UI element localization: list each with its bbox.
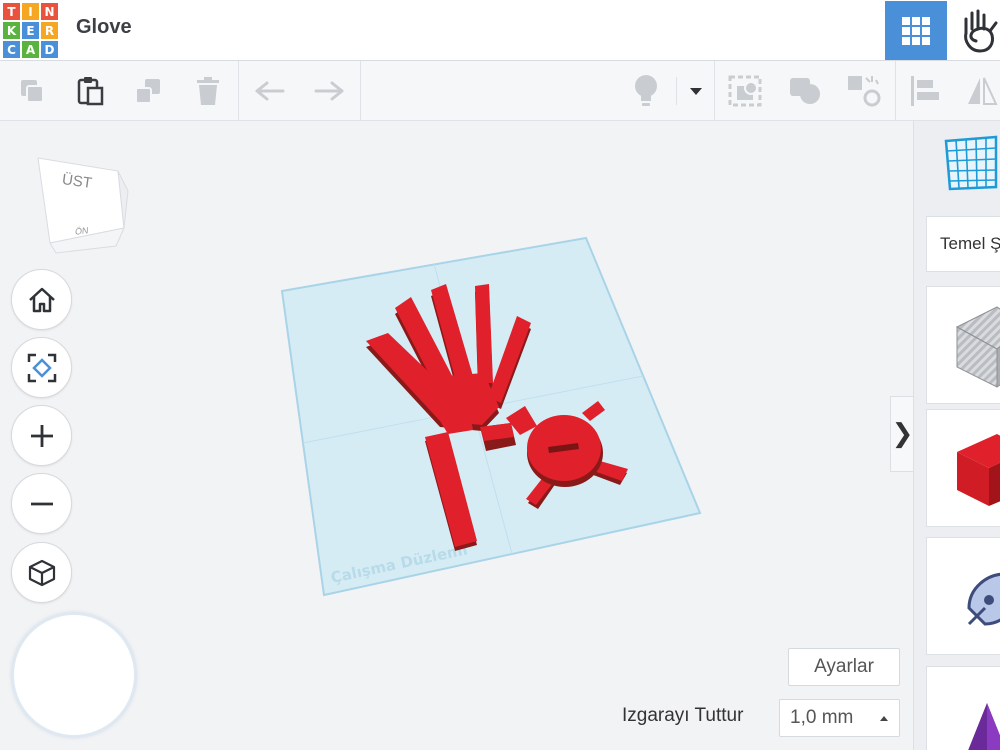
view-cube-graphic (37, 157, 129, 254)
shape-card-box[interactable]: ♡ (926, 409, 1000, 527)
redo-button[interactable] (309, 71, 349, 111)
hand-tool-button[interactable] (950, 1, 1000, 60)
undo-icon (255, 81, 285, 101)
tinkercad-app: T I N K E R C A D Glove Çalışma Düzlemi … (0, 0, 1000, 750)
view-cube[interactable]: ÜST ÖN (30, 151, 140, 261)
edit-toolbar (0, 61, 1000, 121)
paste-icon (77, 77, 104, 106)
grid-icon (902, 16, 930, 45)
delete-button[interactable] (188, 71, 228, 111)
duplicate-icon (135, 79, 160, 104)
show-all-button[interactable] (626, 71, 666, 111)
grid-view-button[interactable] (885, 1, 947, 60)
undo-button[interactable] (250, 71, 290, 111)
red-box-icon: ♡ (957, 434, 1000, 506)
logo-letter: I (22, 3, 39, 20)
scribble-pen-icon: ♡ (967, 572, 1000, 626)
dropdown-arrow-icon (690, 88, 702, 95)
fit-view-button[interactable] (11, 337, 72, 398)
copy-icon (21, 80, 44, 103)
lightbulb-icon (635, 75, 657, 106)
delete-icon (197, 77, 219, 105)
shape-card-box-hole[interactable]: ♡ (926, 286, 1000, 404)
logo-letter: D (41, 41, 58, 58)
logo-letter: C (3, 41, 20, 58)
view-cube-front-label[interactable]: ÖN (75, 225, 89, 237)
snap-grid-label: Izgarayı Tuttur (622, 705, 744, 726)
shape-library-select[interactable]: Temel Şekiller (926, 216, 1000, 272)
striped-box-icon: ♡ (955, 306, 1000, 388)
perspective-button[interactable] (11, 542, 72, 603)
toolbar-separator (714, 61, 715, 121)
cube-icon (28, 559, 55, 586)
toolbar-separator (238, 61, 239, 121)
snap-grid-select[interactable]: 1,0 mm (779, 699, 900, 737)
home-icon (28, 287, 55, 312)
paste-button[interactable] (70, 71, 110, 111)
zoom-out-button[interactable] (11, 473, 72, 534)
ungroup-icon (848, 76, 881, 107)
grid-plane-icon (944, 135, 998, 191)
tinkercad-logo[interactable]: T I N K E R C A D (2, 2, 58, 58)
hand-icon (964, 9, 998, 52)
purple-cone-icon: ♡ (968, 703, 1000, 750)
caret-up-icon (880, 716, 888, 721)
shapes-panel: Temel Şekiller ♡ ♡ ♡ (913, 121, 1000, 750)
fit-view-icon (27, 353, 56, 382)
zoom-in-button[interactable] (11, 405, 72, 466)
duplicate-button[interactable] (128, 71, 168, 111)
workplane-icon (728, 75, 762, 107)
title-bar: T I N K E R C A D Glove (0, 0, 1000, 61)
mirror-button[interactable] (962, 71, 1000, 111)
logo-letter: T (3, 3, 20, 20)
logo-letter: A (22, 41, 39, 58)
group-icon (790, 78, 820, 104)
3d-workspace[interactable]: Çalışma Düzlemi ÜST ÖN Ayarlar Izgarayı … (0, 121, 913, 750)
copy-button[interactable] (12, 71, 52, 111)
toolbar-separator (895, 61, 896, 121)
workplane-grid-button[interactable] (942, 135, 998, 191)
minus-icon (30, 502, 53, 505)
logo-letter: K (3, 22, 20, 39)
align-button[interactable] (905, 71, 945, 111)
settings-button[interactable]: Ayarlar (788, 648, 900, 686)
toolbar-separator (360, 61, 361, 121)
panel-toggle-button[interactable]: ❯ (890, 396, 914, 472)
mirror-icon (968, 77, 998, 105)
shape-card-cone[interactable]: ♡ (926, 666, 1000, 750)
shape-card-scribble[interactable]: ♡ (926, 537, 1000, 655)
document-title[interactable]: Glove (76, 16, 132, 39)
group-button[interactable] (785, 71, 825, 111)
home-view-button[interactable] (11, 269, 72, 330)
redo-icon (314, 81, 344, 101)
light-options-dropdown[interactable] (676, 71, 716, 111)
logo-letter: R (41, 22, 58, 39)
plus-icon (30, 424, 53, 447)
snap-grid-value: 1,0 mm (790, 707, 854, 728)
logo-letter: N (41, 3, 58, 20)
align-icon (911, 76, 939, 106)
ungroup-button[interactable] (844, 71, 884, 111)
orbit-joystick[interactable] (12, 613, 136, 737)
workplane-button[interactable] (725, 71, 765, 111)
logo-letter: E (22, 22, 39, 39)
